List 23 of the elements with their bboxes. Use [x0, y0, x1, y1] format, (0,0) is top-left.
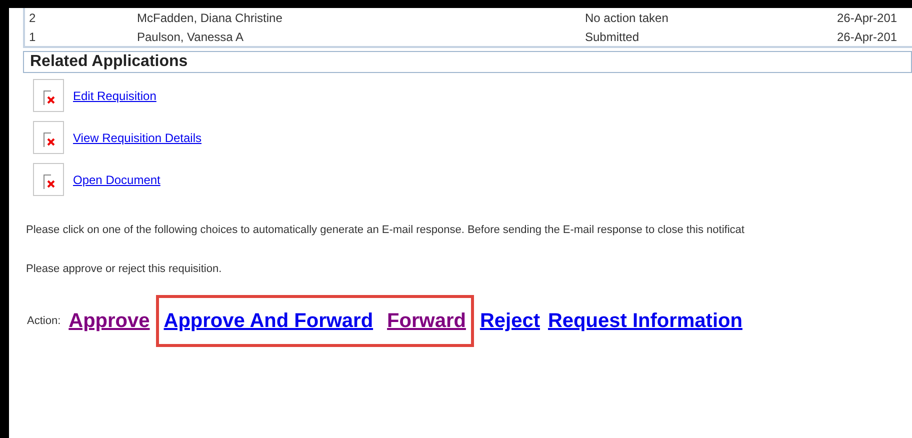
broken-image-icon [33, 121, 64, 154]
action-link[interactable]: Approve [64, 306, 154, 336]
table-cell-text: 26-Apr-201 [837, 28, 898, 46]
action-link[interactable]: Approve And Forward [160, 306, 378, 336]
section-title: Related Applications [30, 52, 188, 72]
table-cell-text: Submitted [585, 28, 640, 46]
action-link[interactable]: Forward [383, 306, 470, 336]
table-cell-text: 1 [28, 28, 37, 46]
action-link[interactable]: Request Information [544, 306, 746, 336]
application-link[interactable]: View Requisition Details [73, 128, 202, 146]
table-cell-text: No action taken [585, 10, 670, 26]
action-link[interactable]: Reject [476, 306, 544, 336]
instruction-text: Please click on one of the following choices to automatically generate an E-mail response. Before sending the E-mail response to close this notificat [26, 223, 746, 238]
table-cell-text: 2 [28, 10, 37, 26]
application-link[interactable]: Open Document [73, 170, 160, 188]
table-cell-text: McFadden, Diana Christine [137, 10, 284, 26]
action-label: Action: [27, 314, 61, 329]
table-cell-text: 26-Apr-201 [837, 10, 898, 26]
table-cell-text: Paulson, Vanessa A [137, 28, 245, 46]
broken-image-icon [33, 79, 64, 112]
broken-image-icon [33, 163, 64, 196]
instruction-text: Please approve or reject this requisition. [26, 262, 223, 276]
application-link[interactable]: Edit Requisition [73, 86, 156, 104]
